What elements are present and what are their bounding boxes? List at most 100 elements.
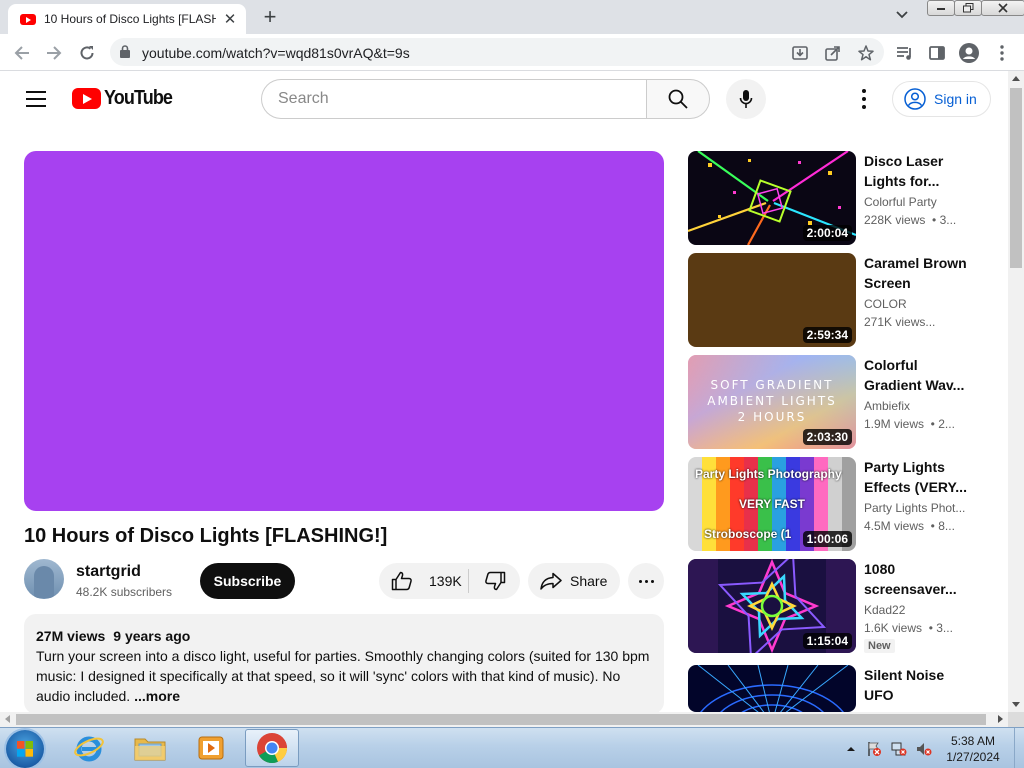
video-thumbnail[interactable]: Party Lights Photography VERY FAST Strobos… (688, 457, 856, 551)
taskbar-internet-explorer[interactable] (62, 729, 116, 767)
sign-in-button[interactable]: Sign in (892, 81, 991, 117)
recommendation-item[interactable]: 2:00:04 Disco Laser Lights for... Colorful … (688, 151, 988, 245)
sign-in-label: Sign in (934, 91, 977, 107)
guide-menu-icon[interactable] (26, 91, 46, 107)
subscribe-button[interactable]: Subscribe (200, 563, 295, 599)
recommendation-channel[interactable]: Kdad22 (864, 603, 974, 617)
thumbnail-text: SOFT GRADIENT AMBIENT LIGHTS 2 HOURS (688, 377, 856, 425)
video-thumbnail[interactable] (688, 665, 856, 712)
url-text: youtube.com/watch?v=wqd81s0vrAQ&t=9s (142, 45, 410, 61)
show-hidden-icons-icon[interactable] (843, 741, 859, 757)
chrome-menu-icon[interactable] (991, 42, 1013, 64)
more-actions-button[interactable] (628, 563, 664, 599)
vertical-scrollbar[interactable] (1008, 71, 1024, 712)
voice-search-button[interactable] (726, 79, 766, 119)
minimize-button[interactable] (927, 0, 955, 16)
recommendation-title[interactable]: Party Lights Effects (VERY... (864, 457, 976, 497)
recommendation-title[interactable]: 1080 screensaver... (864, 559, 976, 599)
recommendation-title-line: Colorful (864, 357, 918, 373)
dislike-button[interactable] (469, 563, 520, 599)
reload-button[interactable] (75, 41, 99, 65)
settings-more-icon[interactable] (854, 87, 874, 111)
back-button[interactable] (10, 41, 34, 65)
recommendation-item[interactable]: Silent Noise UFO (688, 665, 988, 712)
action-center-flag-icon[interactable] (866, 741, 882, 757)
tab-search-icon[interactable] (896, 8, 908, 22)
video-thumbnail[interactable]: 1:15:04 (688, 559, 856, 653)
recommendation-title-line: Gradient Wav... (864, 377, 965, 393)
recommendation-channel[interactable]: Party Lights Phot... (864, 501, 974, 515)
recommendation-item[interactable]: Party Lights Photography VERY FAST Strobos… (688, 457, 988, 551)
horizontal-scrollbar[interactable] (0, 712, 1008, 727)
bookmark-star-icon[interactable] (856, 43, 876, 63)
install-app-icon[interactable] (790, 43, 810, 63)
side-panel-icon[interactable] (926, 42, 948, 64)
vertical-scroll-thumb[interactable] (1010, 88, 1022, 268)
recommendation-title[interactable]: Caramel Brown Screen (864, 253, 976, 293)
video-thumbnail[interactable]: SOFT GRADIENT AMBIENT LIGHTS 2 HOURS 2:03:3… (688, 355, 856, 449)
share-page-icon[interactable] (823, 43, 843, 63)
start-button[interactable] (6, 730, 44, 768)
youtube-play-logo-icon (72, 88, 101, 109)
recommendation-title[interactable]: Silent Noise UFO (864, 665, 976, 705)
restore-button[interactable] (954, 0, 982, 16)
channel-avatar[interactable] (24, 559, 64, 599)
taskbar-media-player[interactable] (184, 729, 238, 767)
youtube-favicon-icon (20, 13, 36, 25)
thumbs-down-icon (484, 571, 505, 591)
channel-name[interactable]: startgrid (76, 563, 141, 581)
recommendation-channel[interactable]: COLOR (864, 297, 974, 311)
like-button[interactable]: 139K (379, 563, 468, 599)
recommendation-title[interactable]: Colorful Gradient Wav... (864, 355, 976, 395)
duration-badge: 2:03:30 (802, 429, 852, 445)
taskbar-chrome[interactable] (245, 729, 299, 767)
system-clock[interactable]: 5:38 AM 1/27/2024 (940, 733, 1006, 765)
search-button[interactable] (646, 79, 710, 119)
recommendation-channel[interactable]: Colorful Party (864, 195, 974, 209)
scroll-left-arrow-icon[interactable] (5, 715, 10, 723)
recommendation-item[interactable]: SOFT GRADIENT AMBIENT LIGHTS 2 HOURS 2:03:3… (688, 355, 988, 449)
scroll-down-arrow-icon[interactable] (1012, 702, 1020, 707)
show-more-link[interactable]: ...more (134, 688, 180, 704)
forward-button[interactable] (42, 41, 66, 65)
network-status-icon[interactable] (891, 741, 907, 757)
taskbar-file-explorer[interactable] (123, 729, 177, 767)
scroll-right-arrow-icon[interactable] (998, 715, 1003, 723)
recommendation-stats: 228K views • 3... (864, 213, 957, 227)
youtube-header: YouTube Search Sign in (0, 71, 1008, 127)
recommendation-title-line: Screen (864, 275, 911, 291)
tab-close-icon[interactable]: ✕ (222, 10, 238, 28)
recommendation-stats: 1.9M views • 2... (864, 417, 955, 431)
close-window-button[interactable] (981, 0, 1024, 16)
video-meta: 27M views 9 years ago (36, 626, 652, 646)
show-desktop-button[interactable] (1014, 728, 1024, 768)
new-tab-button[interactable]: + (258, 5, 282, 29)
window-controls (927, 0, 1024, 18)
windows-taskbar: 5:38 AM 1/27/2024 (0, 727, 1024, 768)
media-player-icon (198, 736, 224, 760)
forward-arrow-icon (47, 46, 62, 60)
recommendation-channel[interactable]: Ambiefix (864, 399, 974, 413)
scroll-up-arrow-icon[interactable] (1012, 76, 1020, 81)
address-bar[interactable]: youtube.com/watch?v=wqd81s0vrAQ&t=9s (110, 38, 884, 66)
recommendation-item[interactable]: 1:15:04 1080 screensaver... Kdad22 1.6K view… (688, 559, 988, 653)
share-button[interactable]: Share (528, 563, 620, 599)
thumbnail-text-line: 2 HOURS (737, 410, 807, 424)
thumbs-up-icon (391, 571, 412, 591)
horizontal-scroll-thumb[interactable] (16, 714, 986, 725)
video-thumbnail[interactable]: 2:59:34 (688, 253, 856, 347)
search-input[interactable]: Search (261, 79, 647, 119)
video-thumbnail[interactable]: 2:00:04 (688, 151, 856, 245)
like-count: 139K (429, 573, 462, 589)
recommendation-item[interactable]: 2:59:34 Caramel Brown Screen COLOR 271K view… (688, 253, 988, 347)
recommendation-title[interactable]: Disco Laser Lights for... (864, 151, 976, 191)
media-controls-icon[interactable] (894, 42, 916, 64)
browser-tab[interactable]: 10 Hours of Disco Lights [FLASHING!] - Y… (8, 4, 246, 34)
youtube-logo[interactable]: YouTube (72, 87, 180, 110)
share-arrow-icon (540, 572, 562, 590)
volume-muted-icon[interactable] (916, 741, 932, 757)
recommendation-title-line: Silent Noise (864, 667, 945, 683)
description-box[interactable]: 27M views 9 years ago Turn your screen in… (24, 614, 664, 714)
video-player[interactable] (24, 151, 664, 511)
profile-avatar-icon[interactable] (958, 42, 980, 64)
